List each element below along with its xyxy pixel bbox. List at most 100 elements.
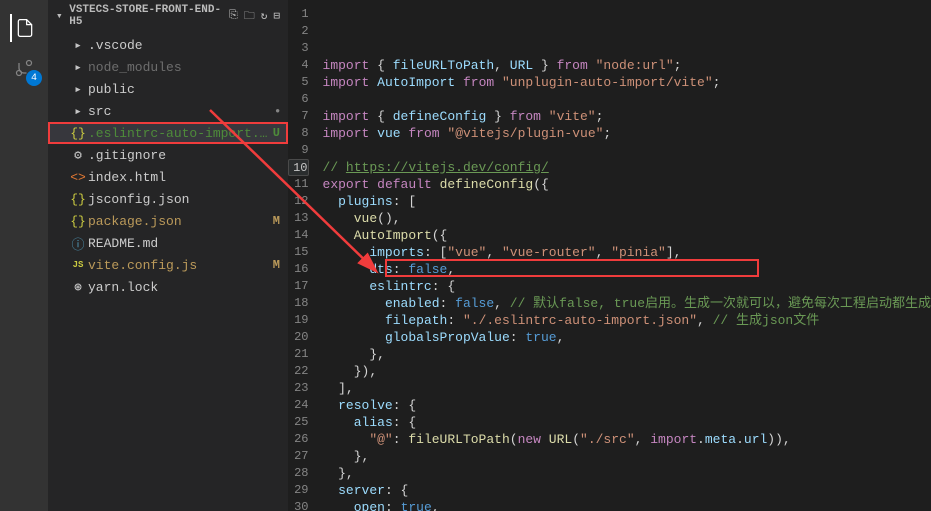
code-line[interactable]: }, [323,346,931,363]
tree-item-label: jsconfig.json [88,192,280,207]
code-line[interactable]: "@": fileURLToPath(new URL("./src", impo… [323,431,931,448]
code-line[interactable]: imports: ["vue", "vue-router", "pinia"], [323,244,931,261]
folder-icon: ▸ [68,38,88,53]
explorer-header[interactable]: ▾ VSTECS-STORE-FRONT-END-H5 ⎘ 🗀 ↻ ⊟ [48,0,288,32]
line-number: 5 [288,74,309,91]
file-js-icon: JS [68,260,88,270]
line-number-gutter: 1234567891011121314151617181920212223242… [288,0,323,511]
tree-item-yarn-lock[interactable]: ⊛yarn.lock [48,276,288,298]
file-lock-icon: ⊛ [68,280,88,295]
explorer-panel: ▾ VSTECS-STORE-FRONT-END-H5 ⎘ 🗀 ↻ ⊟ ▸.vs… [48,0,288,511]
line-number: 22 [288,363,309,380]
line-number: 6 [288,91,309,108]
code-line[interactable]: export default defineConfig({ [323,176,931,193]
tree-item-vite-config-js[interactable]: JSvite.config.jsM [48,254,288,276]
line-number: 15 [288,244,309,261]
tree-item-node-modules[interactable]: ▸node_modules [48,56,288,78]
file-json-icon: {} [68,214,88,229]
tree-item--gitignore[interactable]: ⚙.gitignore [48,144,288,166]
code-line[interactable]: import { fileURLToPath, URL } from "node… [323,57,931,74]
tree-item-readme-md[interactable]: ⓘREADME.md [48,232,288,254]
scm-badge: 4 [26,70,42,86]
git-status: U [273,126,280,140]
new-folder-icon[interactable]: 🗀 [244,7,255,26]
file-gear-icon: ⚙ [68,148,88,163]
code-line[interactable]: // https://vitejs.dev/config/ [323,159,931,176]
new-file-icon[interactable]: ⎘ [229,10,238,22]
code-line[interactable]: alias: { [323,414,931,431]
activity-bar: 4 [0,0,48,511]
tree-item-label: src [88,104,275,119]
tree-item-src[interactable]: ▸src● [48,100,288,122]
line-number: 19 [288,312,309,329]
line-number: 9 [288,142,309,159]
code-line[interactable] [323,142,931,159]
file-json-icon: {} [68,126,88,141]
tree-item-public[interactable]: ▸public [48,78,288,100]
code-line[interactable]: globalsPropValue: true, [323,329,931,346]
code-line[interactable]: import vue from "@vitejs/plugin-vue"; [323,125,931,142]
line-number: 16 [288,261,309,278]
code-line[interactable]: dts: false, [323,261,931,278]
code-line[interactable]: import AutoImport from "unplugin-auto-im… [323,74,931,91]
code-line[interactable]: resolve: { [323,397,931,414]
file-html-icon: <> [68,170,88,185]
line-number: 25 [288,414,309,431]
git-status: M [273,258,280,272]
code-line[interactable]: enabled: false, // 默认false, true启用。生成一次就… [323,295,931,312]
code-line[interactable]: AutoImport({ [323,227,931,244]
code-line[interactable]: open: true, [323,499,931,511]
folder-icon: ▸ [68,82,88,97]
tree-item-label: .gitignore [88,148,280,163]
source-control-icon[interactable]: 4 [10,54,38,82]
tree-item--vscode[interactable]: ▸.vscode [48,34,288,56]
code-line[interactable]: }, [323,465,931,482]
line-number: 4 [288,57,309,74]
code-line[interactable]: eslintrc: { [323,278,931,295]
folder-icon: ▸ [68,60,88,75]
code-line[interactable]: }, [323,448,931,465]
line-number: 8 [288,125,309,142]
line-number: 23 [288,380,309,397]
file-tree: ▸.vscode▸node_modules▸public▸src●{}.esli… [48,32,288,300]
line-number: 2 [288,23,309,40]
code-line[interactable]: vue(), [323,210,931,227]
collapse-icon[interactable]: ⊟ [273,9,280,23]
code-line[interactable]: plugins: [ [323,193,931,210]
line-number: 17 [288,278,309,295]
line-number: 7 [288,108,309,125]
tree-item-label: .vscode [88,38,280,53]
line-number: 28 [288,465,309,482]
code-line[interactable]: server: { [323,482,931,499]
code-line[interactable]: ], [323,380,931,397]
code-line[interactable]: filepath: "./.eslintrc-auto-import.json"… [323,312,931,329]
editor[interactable]: 1234567891011121314151617181920212223242… [288,0,931,511]
tree-item-package-json[interactable]: {}package.jsonM [48,210,288,232]
tree-item-label: .eslintrc-auto-import.json [88,126,269,141]
line-number: 20 [288,329,309,346]
line-number: 11 [288,176,309,193]
folder-icon: ▸ [68,104,88,119]
tree-item--eslintrc-auto-import-json[interactable]: {}.eslintrc-auto-import.json U [48,122,288,144]
project-title: VSTECS-STORE-FRONT-END-H5 [69,4,223,28]
line-number: 30 [288,499,309,511]
tree-item-index-html[interactable]: <>index.html [48,166,288,188]
line-number: 21 [288,346,309,363]
line-number: 14 [288,227,309,244]
code-line[interactable]: import { defineConfig } from "vite"; [323,108,931,125]
tree-item-label: README.md [88,236,280,251]
code-line[interactable] [323,91,931,108]
tree-item-label: index.html [88,170,280,185]
code-line[interactable]: }), [323,363,931,380]
line-number: 24 [288,397,309,414]
line-number: 10 [288,159,309,176]
modified-dot-icon: ● [275,107,280,116]
code-area[interactable]: import { fileURLToPath, URL } from "node… [323,0,931,511]
tree-item-jsconfig-json[interactable]: {}jsconfig.json [48,188,288,210]
line-number: 26 [288,431,309,448]
line-number: 3 [288,40,309,57]
refresh-icon[interactable]: ↻ [261,9,268,23]
tree-item-label: yarn.lock [88,280,280,295]
tree-item-label: package.json [88,214,269,229]
explorer-icon[interactable] [10,14,38,42]
